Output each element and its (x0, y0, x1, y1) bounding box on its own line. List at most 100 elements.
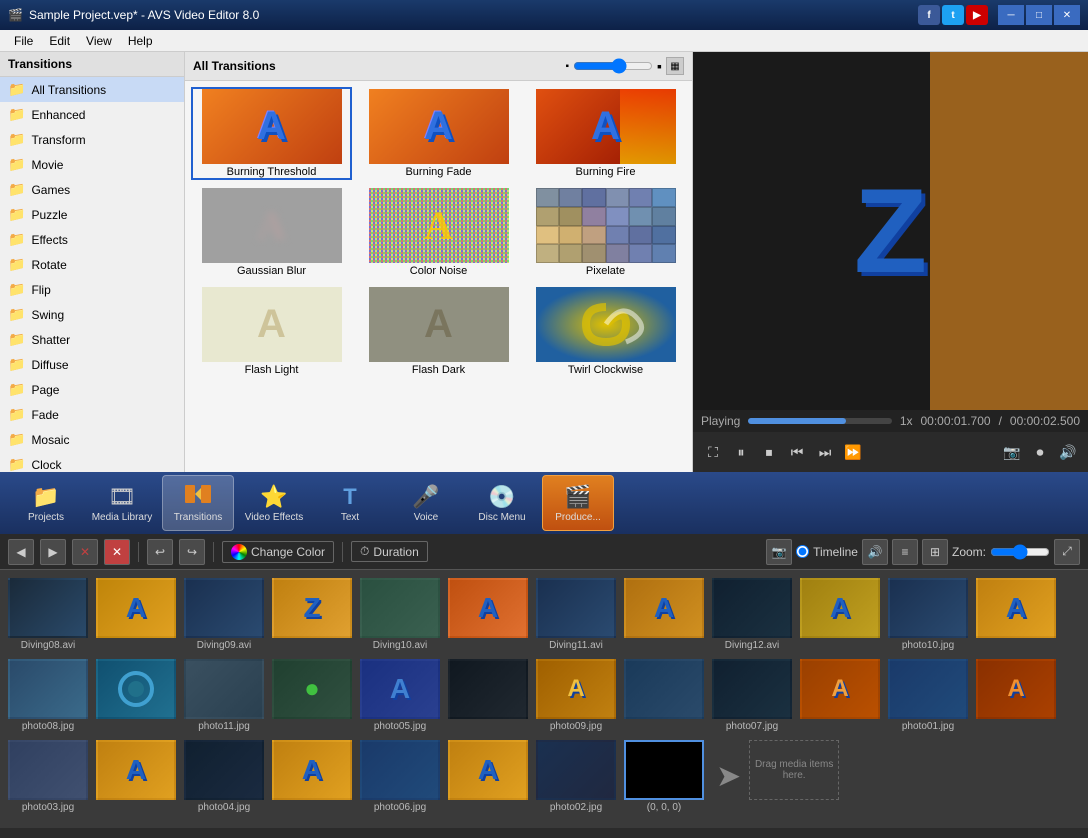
menu-edit[interactable]: Edit (41, 32, 78, 50)
minimize-button[interactable]: ─ (998, 5, 1024, 25)
progress-bar[interactable] (748, 418, 891, 424)
tool-voice[interactable]: 🎤 Voice (390, 475, 462, 531)
sidebar-item-all-transitions[interactable]: 📁 All Transitions (0, 77, 184, 102)
transition-item-burning-threshold[interactable]: A Burning Threshold (191, 87, 352, 180)
media-item-photo07[interactable]: photo07.jpg (712, 659, 792, 732)
tl-redo-button[interactable]: ↪ (179, 539, 205, 565)
media-item-photo06[interactable]: photo06.jpg (360, 740, 440, 813)
video-snapshot-button[interactable]: 📷 (1000, 440, 1024, 464)
sidebar-item-swing[interactable]: 📁 Swing (0, 302, 184, 327)
maximize-button[interactable]: □ (1026, 5, 1052, 25)
tool-disc-menu[interactable]: 💿 Disc Menu (466, 475, 538, 531)
tl-forward-button[interactable]: ▶ (40, 539, 66, 565)
twitter-button[interactable]: t (942, 5, 964, 25)
media-item-photo05[interactable]: A photo05.jpg (360, 659, 440, 732)
media-item-photo08[interactable]: photo08.jpg (8, 659, 88, 732)
sidebar-item-movie[interactable]: 📁 Movie (0, 152, 184, 177)
tl-delete-button[interactable]: ✕ (104, 539, 130, 565)
close-button[interactable]: ✕ (1054, 5, 1080, 25)
timeline-icon-btn[interactable]: 📷 (766, 539, 792, 565)
video-record-button[interactable]: ⏺ (1028, 440, 1052, 464)
media-item-a10[interactable]: A (800, 659, 880, 732)
sidebar-item-enhanced[interactable]: 📁 Enhanced (0, 102, 184, 127)
video-volume-button[interactable]: 🔊 (1056, 440, 1080, 464)
media-item-diving11[interactable]: Diving11.avi (536, 578, 616, 651)
change-color-button[interactable]: Change Color (222, 541, 334, 563)
fit-button[interactable]: ⤢ (1054, 539, 1080, 565)
tool-video-effects[interactable]: ⭐ Video Effects (238, 475, 310, 531)
media-item-a7[interactable]: ● (272, 659, 352, 732)
sidebar-item-page[interactable]: 📁 Page (0, 377, 184, 402)
transition-item-twirl-clockwise[interactable]: Twirl Clockwise (525, 285, 686, 378)
youtube-button[interactable]: ▶ (966, 5, 988, 25)
menu-file[interactable]: File (6, 32, 41, 50)
sidebar-item-effects[interactable]: 📁 Effects (0, 227, 184, 252)
media-item-diving09[interactable]: Diving09.avi (184, 578, 264, 651)
media-item-a13[interactable]: A (272, 740, 352, 813)
transition-item-burning-fade[interactable]: A Burning Fade (358, 87, 519, 180)
sidebar-item-rotate[interactable]: 📁 Rotate (0, 252, 184, 277)
media-item-a8[interactable] (448, 659, 528, 732)
tl-back-button[interactable]: ◀ (8, 539, 34, 565)
media-item-diving10[interactable]: Diving10.avi (360, 578, 440, 651)
zoom-slider[interactable] (990, 544, 1050, 560)
media-item-a1[interactable]: A (96, 578, 176, 651)
media-item-photo01[interactable]: photo01.jpg (888, 659, 968, 732)
tool-projects[interactable]: 📁 Projects (10, 475, 82, 531)
tl-undo-button[interactable]: ↩ (147, 539, 173, 565)
video-pause-button[interactable]: ⏸ (729, 440, 753, 464)
sidebar-item-mosaic[interactable]: 📁 Mosaic (0, 427, 184, 452)
media-item-drag-area[interactable]: Drag media items here. (749, 740, 839, 813)
video-stop-button[interactable]: ⏹ (757, 440, 781, 464)
menu-help[interactable]: Help (120, 32, 161, 50)
grid-view-button[interactable]: ▦ (666, 57, 684, 75)
media-item-a5[interactable]: A (976, 578, 1056, 651)
transition-item-color-noise[interactable]: A Color Noise (358, 186, 519, 279)
media-item-photo02[interactable]: photo02.jpg (536, 740, 616, 813)
sidebar-item-games[interactable]: 📁 Games (0, 177, 184, 202)
media-item-a6[interactable] (96, 659, 176, 732)
transition-item-burning-fire[interactable]: A Burning Fire (525, 87, 686, 180)
video-fullscreen-button[interactable]: ⛶ (701, 440, 725, 464)
media-item-a9[interactable] (624, 659, 704, 732)
video-rewind-button[interactable]: ⏩ (841, 440, 865, 464)
media-item-a2[interactable]: A (448, 578, 528, 651)
tool-produce[interactable]: 🎬 Produce... (542, 475, 614, 531)
tool-text[interactable]: T Text (314, 475, 386, 531)
tool-transitions[interactable]: Transitions (162, 475, 234, 531)
media-item-a11[interactable]: A (976, 659, 1056, 732)
sidebar-item-diffuse[interactable]: 📁 Diffuse (0, 352, 184, 377)
transition-item-gaussian-blur[interactable]: A Gaussian Blur (191, 186, 352, 279)
video-next-button[interactable]: ⏭ (813, 440, 837, 464)
tool-media-library[interactable]: 🎞 Media Library (86, 475, 158, 531)
grid-button[interactable]: ⊞ (922, 539, 948, 565)
media-item-photo04[interactable]: photo04.jpg (184, 740, 264, 813)
media-item-photo10[interactable]: photo10.jpg (888, 578, 968, 651)
media-item-selected[interactable]: (0, 0, 0) (624, 740, 704, 813)
media-item-photo03[interactable]: photo03.jpg (8, 740, 88, 813)
media-item-a14[interactable]: A (448, 740, 528, 813)
media-item-photo09[interactable]: A photo09.jpg (536, 659, 616, 732)
media-item-photo11[interactable]: photo11.jpg (184, 659, 264, 732)
sidebar-item-transform[interactable]: 📁 Transform (0, 127, 184, 152)
sound-button[interactable]: 🔊 (862, 539, 888, 565)
timeline-radio[interactable] (796, 545, 809, 558)
sidebar-item-puzzle[interactable]: 📁 Puzzle (0, 202, 184, 227)
media-item-a12[interactable]: A (96, 740, 176, 813)
media-item-diving08[interactable]: Diving08.avi (8, 578, 88, 651)
media-item-a3[interactable]: A (624, 578, 704, 651)
transition-item-flash-dark[interactable]: A Flash Dark (358, 285, 519, 378)
sidebar-item-flip[interactable]: 📁 Flip (0, 277, 184, 302)
duration-button[interactable]: ⏱ Duration (351, 541, 428, 562)
media-item-z1[interactable]: Z (272, 578, 352, 651)
video-prev-button[interactable]: ⏮ (785, 440, 809, 464)
menu-view[interactable]: View (78, 32, 120, 50)
sidebar-item-shatter[interactable]: 📁 Shatter (0, 327, 184, 352)
media-item-diving12[interactable]: Diving12.avi (712, 578, 792, 651)
list-view-button[interactable]: ≡ (892, 539, 918, 565)
transition-item-pixelate[interactable]: Pixelate (525, 186, 686, 279)
media-item-a4[interactable]: A (800, 578, 880, 651)
size-slider[interactable] (573, 58, 653, 74)
sidebar-item-fade[interactable]: 📁 Fade (0, 402, 184, 427)
facebook-button[interactable]: f (918, 5, 940, 25)
